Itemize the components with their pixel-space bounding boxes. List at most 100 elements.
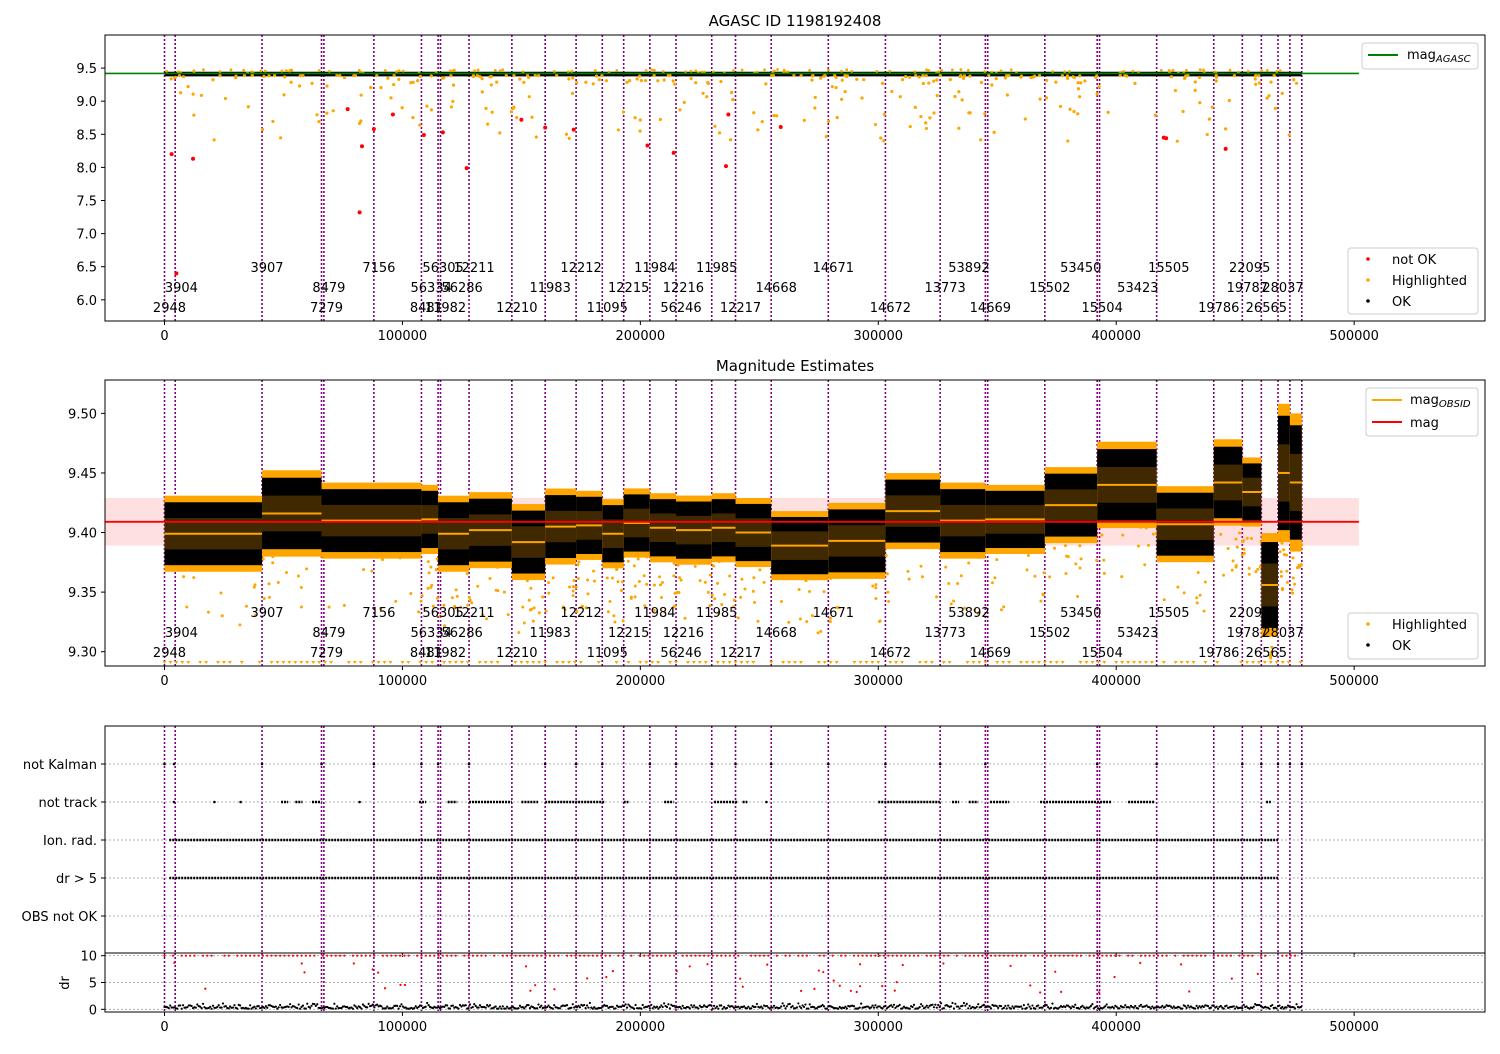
- dr-ok-point: [921, 1004, 924, 1008]
- dr-not-ok-point: [766, 963, 769, 966]
- dr-not-ok-point: [570, 954, 573, 957]
- dr-not-ok-point: [356, 954, 359, 957]
- highlighted-point: [840, 69, 843, 73]
- dr-not-ok-point: [204, 987, 207, 990]
- dr-not-ok-point: [1088, 954, 1091, 957]
- highlighted-point: [885, 572, 889, 576]
- legend-highlighted: Highlighted: [1392, 274, 1467, 289]
- dr-not-ok-point: [788, 954, 791, 957]
- obsid-label: 8479: [312, 281, 345, 296]
- obsid-label: 22095: [1229, 261, 1270, 276]
- dr-ok-point: [784, 1007, 787, 1010]
- highlighted-point: [299, 605, 303, 609]
- dr-not-ok-point: [531, 954, 534, 957]
- highlighted-point: [1294, 81, 1299, 85]
- agasc-legend-top: magAGASC: [1361, 42, 1479, 70]
- obsid-label: 12217: [720, 646, 761, 661]
- dr-ok-point: [1051, 1002, 1054, 1005]
- dr-not-ok-point: [858, 985, 862, 988]
- dr-ok-point: [860, 1002, 863, 1005]
- dr-not-ok-point: [471, 954, 474, 957]
- dr-ok-point: [761, 1007, 764, 1010]
- highlighted-point: [907, 75, 912, 79]
- highlighted-point: [260, 127, 265, 131]
- y-tick-label: 9.40: [68, 527, 97, 542]
- dr-ok-point: [1161, 1004, 1164, 1007]
- clipped-marker: [983, 661, 988, 664]
- dr-ok-point: [194, 1006, 197, 1009]
- highlighted-point: [430, 583, 434, 587]
- highlighted-point: [342, 603, 346, 607]
- dr-ok-point: [301, 1004, 305, 1007]
- highlighted-point: [494, 588, 498, 592]
- dr-not-ok-point: [240, 954, 243, 957]
- dr-ok-point: [925, 1004, 928, 1007]
- highlighted-point: [498, 69, 502, 73]
- dr-not-ok-point: [831, 954, 834, 957]
- clipped-marker: [674, 661, 679, 664]
- highlighted-point: [701, 91, 705, 95]
- highlighted-point: [223, 96, 228, 101]
- clipped-marker: [299, 661, 304, 664]
- dr-ok-point: [468, 1003, 472, 1006]
- dr-ok-point: [1242, 1003, 1245, 1007]
- highlighted-point: [1299, 563, 1303, 567]
- dr-panel: 0 100000 200000 300000 400000 500000 0 5 10 dr: [58, 950, 1486, 1035]
- highlighted-point: [756, 562, 760, 566]
- dr-ok-point: [1285, 1006, 1288, 1009]
- obsid-label: 12215: [608, 281, 649, 296]
- dr-not-ok-point: [855, 990, 858, 994]
- dr-not-ok-point: [1225, 954, 1228, 957]
- highlighted-point: [638, 74, 642, 78]
- dr-ok-point: [691, 1006, 694, 1009]
- highlighted-point: [682, 100, 686, 104]
- clipped-marker: [685, 661, 690, 664]
- highlighted-point: [739, 595, 743, 599]
- dr-not-ok-point: [381, 954, 385, 957]
- dr-ok-point: [668, 1007, 671, 1010]
- clipped-marker: [483, 661, 488, 664]
- clipped-marker: [1120, 661, 1125, 664]
- dr-ok-point: [717, 1007, 720, 1010]
- highlighted-point: [620, 589, 624, 593]
- dr-not-ok-point: [1238, 954, 1241, 957]
- dr-not-ok-point: [870, 954, 873, 957]
- dr-ok-point: [807, 1007, 810, 1010]
- highlighted-point: [890, 89, 894, 94]
- clipped-marker: [239, 661, 244, 664]
- clipped-marker: [691, 661, 696, 664]
- dr-ok-point: [1215, 1005, 1218, 1008]
- clipped-marker: [578, 661, 583, 664]
- dr-ok-point: [845, 1007, 848, 1010]
- obsid-label: 56286: [441, 281, 482, 296]
- dr-ok-point: [898, 1003, 901, 1006]
- dr-ok-point: [1122, 1006, 1125, 1009]
- dr-not-ok-point: [463, 954, 466, 957]
- dr-ok-point: [570, 1006, 573, 1009]
- highlighted-point: [1038, 97, 1042, 101]
- highlighted-point: [262, 597, 266, 601]
- dr-not-ok-point: [304, 954, 307, 957]
- highlighted-point: [218, 70, 222, 73]
- dr-not-ok-point: [852, 954, 856, 957]
- y-tick-label: 8.5: [76, 128, 97, 143]
- dr-not-ok-point: [893, 989, 896, 992]
- clipped-marker: [1078, 661, 1083, 664]
- highlighted-point: [1176, 585, 1180, 589]
- clipped-marker: [721, 661, 726, 664]
- clipped-marker: [281, 661, 286, 664]
- dr-ok-point: [935, 1006, 938, 1009]
- highlighted-point: [357, 121, 362, 125]
- highlighted-point: [211, 78, 215, 82]
- dr-ok-point: [647, 1004, 650, 1008]
- highlighted-point: [267, 582, 271, 586]
- dr-not-ok-point: [881, 985, 884, 988]
- dr-ok-point: [257, 1005, 260, 1008]
- x-tick-label: 300000: [853, 674, 903, 689]
- highlighted-point: [1064, 572, 1068, 576]
- highlighted-point: [1122, 69, 1126, 73]
- dr-ok-point: [588, 1001, 592, 1005]
- highlighted-point: [1053, 546, 1057, 550]
- dr-not-ok-point: [1285, 954, 1288, 957]
- dr-not-ok-point: [964, 954, 967, 957]
